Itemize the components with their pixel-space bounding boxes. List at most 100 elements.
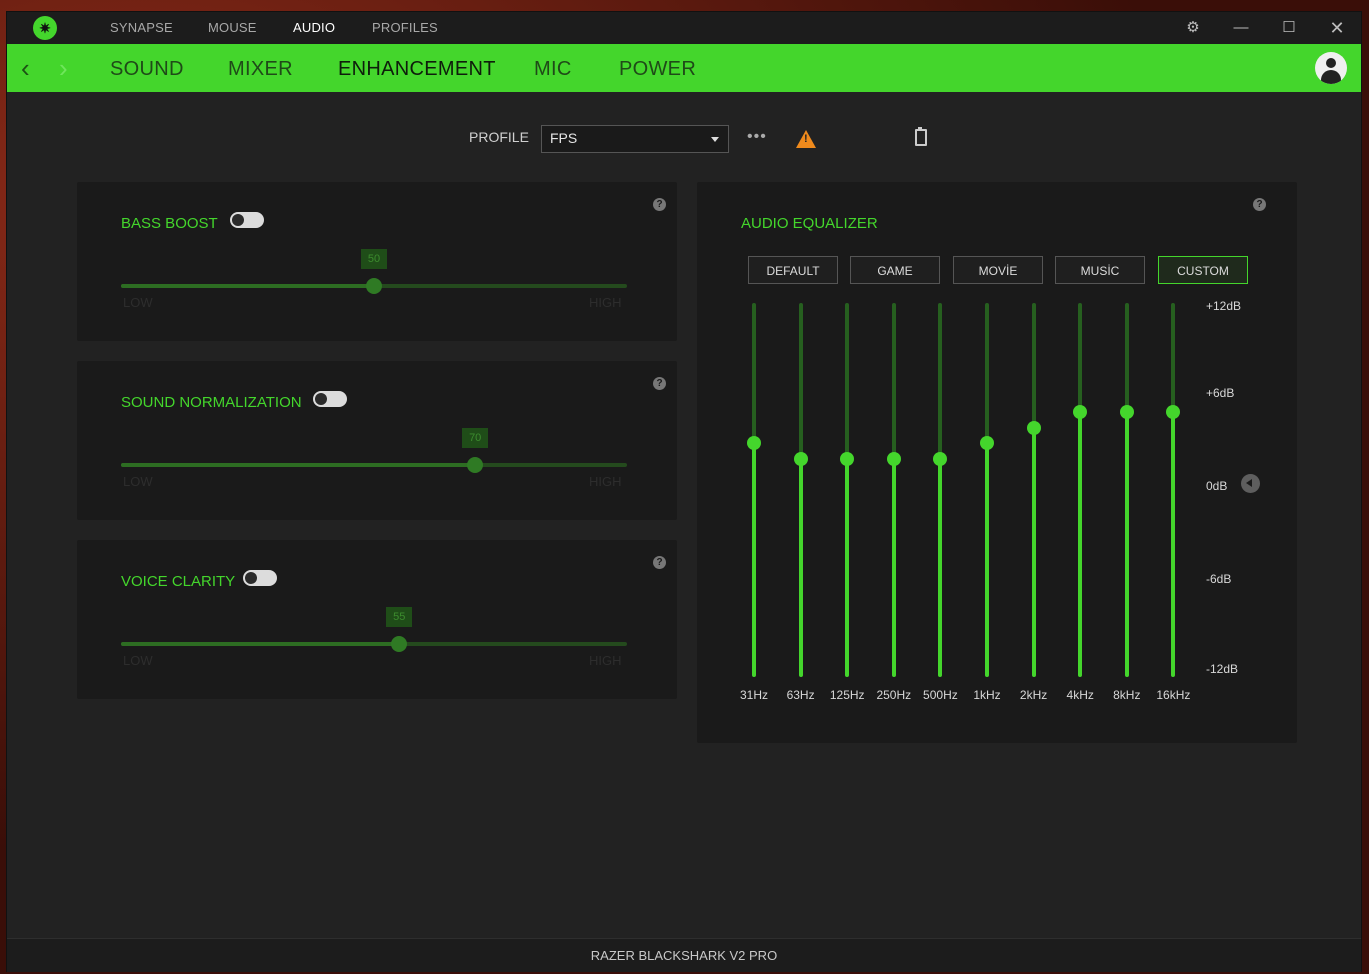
eq-rail-upper	[891, 303, 896, 459]
help-icon[interactable]: ?	[653, 377, 666, 390]
sound-normalization-toggle[interactable]	[313, 391, 347, 407]
low-label: LOW	[123, 295, 153, 310]
help-icon[interactable]: ?	[1253, 198, 1266, 211]
eq-rail-lower	[1171, 412, 1176, 677]
eq-band-thumb[interactable]	[980, 436, 994, 451]
eq-band-16khz[interactable]	[1163, 303, 1183, 677]
eq-rail-upper	[845, 303, 850, 459]
eq-band-thumb[interactable]	[793, 451, 808, 466]
nav-synapse[interactable]: SYNAPSE	[110, 12, 173, 44]
eq-band-thumb[interactable]	[1026, 420, 1041, 435]
bass-boost-card: ? BASS BOOST 50 LOW HIGH	[77, 182, 677, 341]
audio-equalizer-card: ? AUDIO EQUALIZER DEFAULT GAME MOVİE MUS…	[697, 182, 1297, 743]
preset-movie-button[interactable]: MOVİE	[953, 256, 1043, 284]
eq-rail-upper	[1171, 303, 1176, 413]
sub-navigation: ‹ › SOUND MIXER ENHANCEMENT MIC POWER	[7, 44, 1361, 92]
high-label: HIGH	[589, 295, 622, 310]
eq-frequency-label: 63Hz	[786, 688, 815, 702]
tab-sound[interactable]: SOUND	[110, 44, 184, 92]
tab-enhancement[interactable]: ENHANCEMENT	[338, 44, 496, 92]
tab-mixer[interactable]: MIXER	[228, 44, 293, 92]
eq-frequency-label: 4kHz	[1066, 688, 1094, 702]
sound-normalization-slider[interactable]: 70	[121, 428, 627, 473]
eq-rail-upper	[752, 303, 756, 444]
eq-frequency-label: 125Hz	[829, 688, 865, 702]
eq-band-thumb[interactable]	[933, 451, 948, 466]
eq-rail-upper	[985, 303, 989, 444]
reset-zero-button[interactable]	[1241, 474, 1260, 493]
eq-rail-lower	[752, 443, 756, 677]
bass-boost-slider[interactable]: 50	[121, 249, 627, 294]
preset-music-button[interactable]: MUSİC	[1055, 256, 1145, 284]
eq-rail-lower	[1031, 427, 1036, 677]
eq-band-2khz[interactable]	[1024, 303, 1044, 677]
eq-band-500hz[interactable]	[930, 303, 950, 677]
preset-game-button[interactable]: GAME	[850, 256, 940, 284]
tab-power[interactable]: POWER	[619, 44, 696, 92]
warning-icon[interactable]: !	[796, 130, 816, 148]
eq-band-thumb[interactable]	[1119, 405, 1134, 420]
eq-rail-lower	[938, 458, 943, 677]
eq-frequency-label: 250Hz	[876, 688, 912, 702]
slider-fill	[121, 463, 476, 467]
eq-band-31hz[interactable]	[744, 303, 764, 677]
eq-band-1khz[interactable]	[977, 303, 997, 677]
forward-arrow-icon[interactable]: ›	[59, 44, 68, 92]
slider-value-box: 50	[361, 249, 387, 269]
nav-profiles[interactable]: PROFILES	[372, 12, 438, 44]
eq-rail-upper	[1124, 303, 1129, 413]
db-label-plus6: +6dB	[1206, 386, 1235, 400]
toggle-knob	[245, 572, 257, 584]
profile-value: FPS	[550, 130, 578, 146]
settings-icon[interactable]: ⚙	[1170, 12, 1216, 44]
voice-clarity-card: ? VOICE CLARITY 55 LOW HIGH	[77, 540, 677, 699]
eq-band-8khz[interactable]	[1117, 303, 1137, 677]
slider-thumb[interactable]	[467, 457, 484, 473]
eq-band-thumb[interactable]	[1166, 405, 1181, 420]
slider-thumb[interactable]	[391, 636, 408, 652]
maximize-icon[interactable]: ☐	[1266, 12, 1312, 44]
avatar-head	[1326, 58, 1336, 68]
app-window: ✷ SYNAPSE MOUSE AUDIO PROFILES ⚙ — ☐ ✕ ‹…	[6, 11, 1362, 972]
profile-dropdown[interactable]: FPS	[541, 125, 729, 153]
voice-clarity-toggle[interactable]	[243, 570, 277, 586]
toggle-knob	[232, 214, 244, 226]
preset-custom-button[interactable]: CUSTOM	[1158, 256, 1248, 284]
eq-rail-lower	[1078, 412, 1083, 677]
help-icon[interactable]: ?	[653, 556, 666, 569]
eq-rail-lower	[891, 458, 896, 677]
eq-frequency-label: 16kHz	[1156, 688, 1191, 702]
eq-frequency-label: 500Hz	[923, 688, 958, 702]
close-icon[interactable]: ✕	[1314, 12, 1360, 44]
eq-band-thumb[interactable]	[747, 436, 761, 451]
user-avatar[interactable]	[1315, 52, 1347, 84]
db-label-minus6: -6dB	[1206, 572, 1232, 586]
eq-band-4khz[interactable]	[1070, 303, 1090, 677]
low-label: LOW	[123, 474, 153, 489]
tab-mic[interactable]: MIC	[534, 44, 572, 92]
sound-normalization-card: ? SOUND NORMALIZATION 70 LOW HIGH	[77, 361, 677, 520]
more-options-icon[interactable]: •••	[747, 128, 767, 146]
eq-frequency-label: 31Hz	[739, 688, 768, 702]
slider-thumb[interactable]	[366, 278, 382, 294]
slider-fill	[121, 284, 374, 288]
bass-boost-toggle[interactable]	[230, 212, 264, 228]
eq-band-63hz[interactable]	[791, 303, 811, 677]
nav-audio[interactable]: AUDIO	[293, 12, 335, 44]
toggle-knob	[315, 393, 327, 405]
eq-band-thumb[interactable]	[1073, 405, 1088, 420]
help-icon[interactable]: ?	[653, 198, 666, 211]
preset-default-button[interactable]: DEFAULT	[748, 256, 838, 284]
eq-band-250hz[interactable]	[884, 303, 904, 677]
nav-mouse[interactable]: MOUSE	[208, 12, 257, 44]
minimize-icon[interactable]: —	[1218, 12, 1264, 44]
voice-clarity-slider[interactable]: 55	[121, 607, 627, 652]
eq-band-thumb[interactable]	[886, 451, 901, 466]
low-label: LOW	[123, 653, 153, 668]
eq-band-125hz[interactable]	[837, 303, 857, 677]
eq-band-thumb[interactable]	[840, 451, 855, 466]
profile-label: PROFILE	[469, 129, 529, 145]
back-arrow-icon[interactable]: ‹	[21, 44, 30, 92]
sound-normalization-title: SOUND NORMALIZATION	[121, 394, 302, 411]
high-label: HIGH	[589, 474, 622, 489]
